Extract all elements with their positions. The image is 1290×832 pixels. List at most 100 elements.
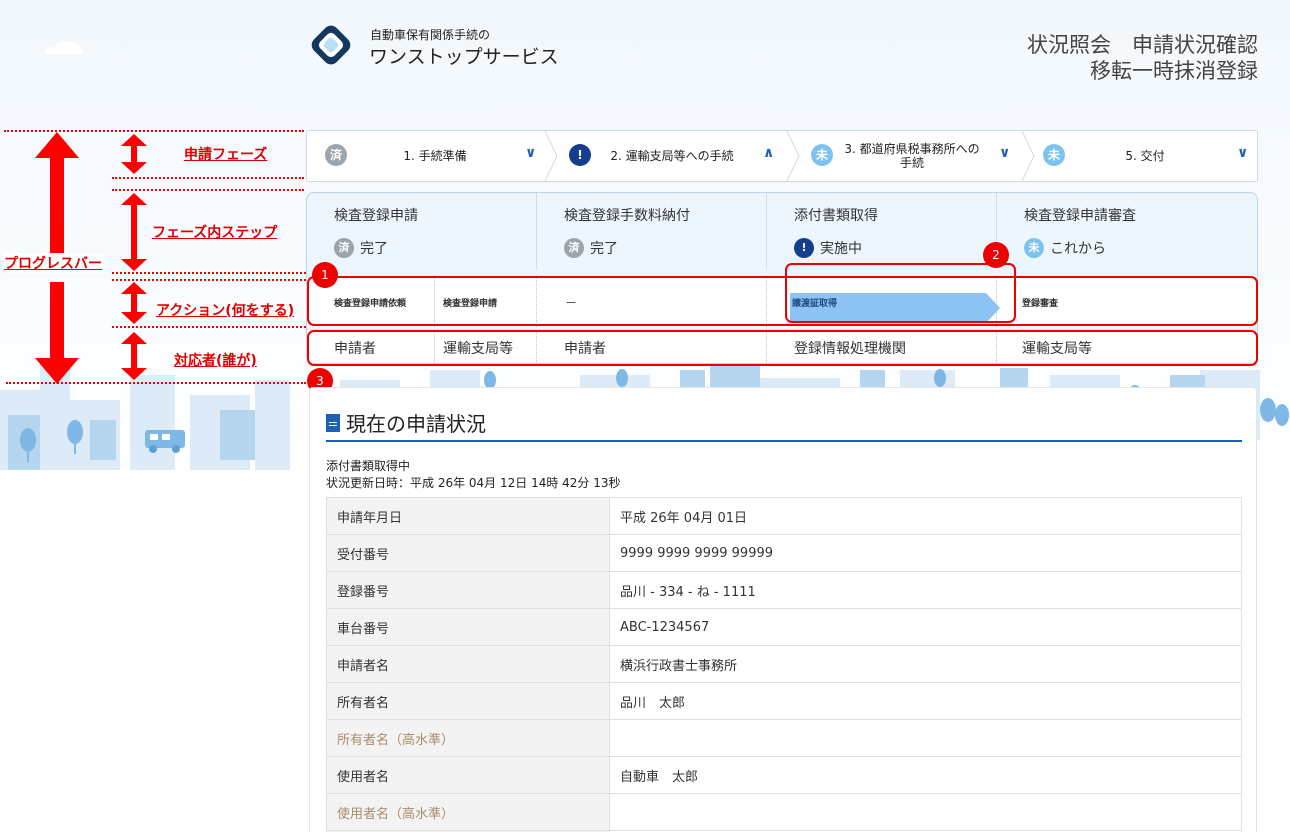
table-row: 登録番号 品川 - 334 - ね - 1111	[326, 571, 1242, 609]
logo-subtitle: 自動車保有関係手続の	[370, 28, 491, 42]
phase-item-preparation[interactable]: 済 1. 手続準備 ∨	[307, 131, 547, 181]
action-height-arrow-icon	[121, 282, 147, 324]
annotation-dotted-line	[112, 177, 304, 179]
phase-progress-bar: 済 1. 手続準備 ∨ ! 2. 運輸支局等への手続 ∧ 未 3. 都道府県税事…	[306, 130, 1258, 182]
phase-item-transport-office[interactable]: ! 2. 運輸支局等への手続 ∧	[551, 131, 789, 181]
current-status-panel: 現在の申請状況 添付書類取得中 状況更新日時：平成 26年 04月 12日 14…	[309, 387, 1257, 832]
row-value: 横浜行政書士事務所	[609, 645, 1242, 683]
step-status-text: 完了	[590, 241, 618, 257]
annotation-label-action: アクション(何をする)	[156, 303, 295, 319]
step-status-text: 実施中	[820, 241, 862, 257]
row-label: 所有者名	[326, 682, 610, 720]
annotation-dotted-line	[112, 279, 306, 281]
row-value: 品川 - 334 - ね - 1111	[609, 571, 1242, 609]
done-status-icon: 済	[564, 238, 584, 258]
row-value: 9999 9999 9999 99999	[609, 534, 1242, 572]
table-row: 使用者名 自動車 太郎	[326, 756, 1242, 794]
row-label: 登録番号	[326, 571, 610, 609]
annotation-marker-2: 2	[983, 242, 1009, 268]
table-row: 申請者名 横浜行政書士事務所	[326, 645, 1242, 683]
annotation-label-progress-bar: プログレスバー	[4, 253, 104, 273]
table-row: 所有者名（高水準）	[326, 719, 1242, 757]
row-label: 申請年月日	[326, 497, 610, 535]
row-label: 車台番号	[326, 608, 610, 646]
row-value: 平成 26年 04月 01日	[609, 497, 1242, 535]
actor-height-arrow-icon	[121, 332, 147, 380]
phase-height-arrow-icon	[121, 134, 147, 174]
step-attachment-acquisition: 添付書類取得 ! 実施中	[767, 193, 997, 269]
row-label: 使用者名	[326, 756, 610, 794]
step-name: 検査登録申請	[334, 208, 418, 224]
step-registration-review: 検査登録申請審査 未これから	[997, 193, 1257, 269]
cloud-illustration	[44, 41, 84, 54]
annotation-marker-1: 1	[312, 262, 338, 288]
step-status-text: これから	[1050, 241, 1106, 257]
row-label: 使用者名（高水準）	[326, 793, 610, 831]
page-title-line2: 移転一時抹消登録	[1090, 59, 1258, 83]
logo-mark-icon	[311, 25, 351, 65]
row-label: 受付番号	[326, 534, 610, 572]
table-row: 使用者名（高水準）	[326, 793, 1242, 831]
table-row: 受付番号 9999 9999 9999 99999	[326, 534, 1242, 572]
step-name: 検査登録手数料納付	[564, 208, 690, 224]
row-value: ABC-1234567	[609, 608, 1242, 646]
chevron-up-icon[interactable]: ∧	[763, 145, 774, 161]
chevron-down-icon[interactable]: ∨	[525, 145, 536, 161]
service-logo[interactable]: 自動車保有関係手続の ワンストップサービス	[306, 20, 566, 70]
row-value	[609, 793, 1242, 831]
row-label: 申請者名	[326, 645, 610, 683]
document-icon	[326, 413, 340, 432]
title-underline	[326, 440, 1242, 442]
annotation-label-actor: 対応者(誰が)	[174, 353, 257, 369]
exclamation-status-icon: !	[794, 238, 814, 258]
row-label: 所有者名（高水準）	[326, 719, 610, 757]
table-row: 所有者名 品川 太郎	[326, 682, 1242, 720]
annotation-label-steps: フェーズ内ステップ	[152, 225, 278, 241]
highlight-box-actor-row	[307, 330, 1258, 366]
annotation-dotted-line	[112, 326, 306, 328]
row-value: 自動車 太郎	[609, 756, 1242, 794]
step-fee-payment: 検査登録手数料納付 済完了	[537, 193, 767, 269]
application-details-table: 申請年月日 平成 26年 04月 01日 受付番号 9999 9999 9999 9…	[326, 497, 1242, 832]
step-status-text: 完了	[360, 241, 388, 257]
chevron-down-icon[interactable]: ∨	[999, 145, 1010, 161]
table-row: 申請年月日 平成 26年 04月 01日	[326, 497, 1242, 535]
current-status-text: 添付書類取得中	[326, 459, 411, 473]
highlight-box-current-action	[785, 263, 1016, 323]
done-status-icon: 済	[334, 238, 354, 258]
page-title-line1: 状況照会 申請状況確認	[1027, 33, 1258, 57]
annotation-label-phase: 申請フェーズ	[184, 147, 268, 163]
step-status: ! 実施中	[794, 237, 862, 259]
row-value	[609, 719, 1242, 757]
highlight-box-action-row	[307, 276, 1258, 326]
row-value: 品川 太郎	[609, 682, 1242, 720]
step-status: 済完了	[334, 237, 388, 259]
step-height-arrow-icon	[121, 193, 147, 271]
exclamation-status-icon: !	[569, 144, 591, 166]
annotation-dotted-line	[112, 272, 306, 274]
phase-label: 2. 運輸支局等への手続	[610, 149, 734, 163]
status-meta: 添付書類取得中 状況更新日時：平成 26年 04月 12日 14時 42分 13…	[326, 458, 621, 492]
panel-title-text: 現在の申請状況	[346, 412, 486, 436]
panel-title: 現在の申請状況	[326, 408, 486, 437]
step-inspection-registration: 検査登録申請 済完了	[307, 193, 537, 269]
page-title: 状況照会 申請状況確認 移転一時抹消登録	[1027, 32, 1258, 84]
logo-title: ワンストップサービス	[369, 46, 559, 68]
status-updated-timestamp: 状況更新日時：平成 26年 04月 12日 14時 42分 13秒	[326, 476, 621, 490]
page: 自動車保有関係手続の ワンストップサービス 状況照会 申請状況確認 移転一時抹消…	[0, 0, 1290, 832]
step-name: 検査登録申請審査	[1024, 208, 1136, 224]
chevron-down-icon[interactable]: ∨	[1237, 145, 1248, 161]
phase-label: 5. 交付	[1125, 149, 1165, 163]
phase-item-tax-office[interactable]: 未 3. 都道府県税事務所への手続 ∨	[793, 131, 1023, 181]
pending-status-icon: 未	[1043, 144, 1065, 166]
step-status: 済完了	[564, 237, 618, 259]
table-row: 車台番号 ABC-1234567	[326, 608, 1242, 646]
phase-label: 1. 手続準備	[403, 149, 467, 163]
step-status: 未これから	[1024, 237, 1106, 259]
done-status-icon: 済	[325, 144, 347, 166]
phase-item-delivery[interactable]: 未 5. 交付 ∨	[1025, 131, 1257, 181]
phase-label: 3. 都道府県税事務所への手続	[844, 142, 980, 170]
pending-status-icon: 未	[811, 144, 833, 166]
pending-status-icon: 未	[1024, 238, 1044, 258]
annotation-dotted-line	[112, 189, 304, 191]
